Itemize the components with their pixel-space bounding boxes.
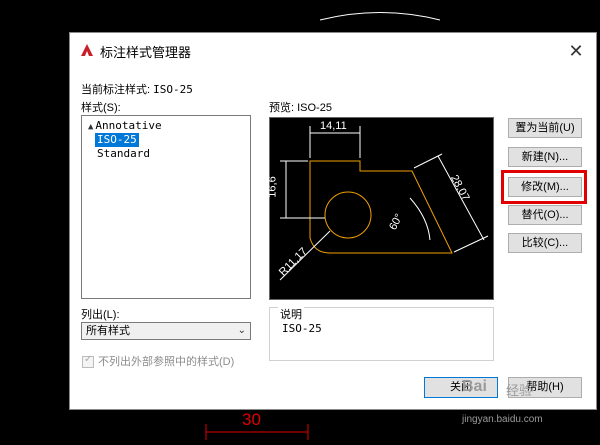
dialog-title: 标注样式管理器 xyxy=(100,45,192,60)
baidu-watermark: Bai 经验 jingyan.baidu.com xyxy=(462,378,596,438)
close-icon[interactable]: ✕ xyxy=(564,39,588,63)
description-value: ISO-25 xyxy=(282,322,322,335)
watermark-url: jingyan.baidu.com xyxy=(462,414,543,425)
dim-top-text: 14,11 xyxy=(320,120,347,132)
list-item-label: Annotative xyxy=(95,119,162,132)
description-label: 说明 xyxy=(278,306,304,322)
current-style-caption: 当前标注样式: xyxy=(81,84,151,96)
list-item-label: Standard xyxy=(97,147,150,160)
list-filter-label: 列出(L): xyxy=(81,309,120,321)
description-group: 说明 ISO-25 xyxy=(269,306,494,361)
annotative-icon: ▲ xyxy=(88,122,94,132)
watermark-logo-text: Bai xyxy=(462,378,487,395)
styles-label: 样式(S): xyxy=(81,102,121,114)
exclude-xref-checkbox-row[interactable]: ✓ 不列出外部参照中的样式(D) xyxy=(82,353,234,369)
preview-drawing xyxy=(279,126,489,281)
background-dimension-text: 30 xyxy=(242,410,261,429)
new-button[interactable]: 新建(N)... xyxy=(508,147,582,167)
modify-button-highlight xyxy=(501,170,587,204)
styles-list[interactable]: ▲ Annotative ISO-25 Standard xyxy=(81,115,251,299)
preview-label: 预览: ISO-25 xyxy=(269,102,332,114)
style-preview: 14,11 16,6 28,07 60° R11,17 xyxy=(266,117,494,300)
dim-diag-ext-bottom xyxy=(453,235,489,253)
background-dimension: 30 xyxy=(202,410,312,440)
current-style-label: 当前标注样式: ISO-25 xyxy=(81,81,193,97)
dim-angle-arc xyxy=(409,197,431,241)
current-style-value: ISO-25 xyxy=(153,83,193,96)
title-bar: 标注样式管理器 ✕ xyxy=(70,33,596,69)
list-item-iso-25[interactable]: ISO-25 xyxy=(95,133,139,147)
watermark-logo-suffix: 经验 xyxy=(506,383,533,398)
chevron-down-icon: ⌄ xyxy=(237,325,246,336)
exclude-xref-checkbox[interactable]: ✓ xyxy=(82,354,94,369)
preview-part-outline xyxy=(309,160,453,254)
list-item-annotative[interactable]: ▲ Annotative xyxy=(86,119,164,133)
checkmark-icon: ✓ xyxy=(84,354,93,366)
dim-diag-ext-top xyxy=(413,153,443,169)
preview-hole xyxy=(324,191,372,239)
dimension-style-manager-dialog: 标注样式管理器 ✕ 当前标注样式: ISO-25 样式(S): ▲ Annotat… xyxy=(69,32,597,410)
exclude-xref-label: 不列出外部参照中的样式(D) xyxy=(98,356,235,368)
list-item-label: ISO-25 xyxy=(97,133,137,146)
dim-left-text: 16,6 xyxy=(266,176,279,198)
override-button[interactable]: 替代(O)... xyxy=(508,205,582,225)
set-current-button[interactable]: 置为当前(U) xyxy=(508,118,582,138)
list-item-standard[interactable]: Standard xyxy=(95,147,152,161)
autocad-app-icon xyxy=(81,44,93,56)
compare-button[interactable]: 比较(C)... xyxy=(508,233,582,253)
list-filter-value: 所有样式 xyxy=(86,325,130,337)
background-arc xyxy=(319,12,441,21)
list-filter-select[interactable]: 所有样式 ⌄ xyxy=(81,322,251,340)
